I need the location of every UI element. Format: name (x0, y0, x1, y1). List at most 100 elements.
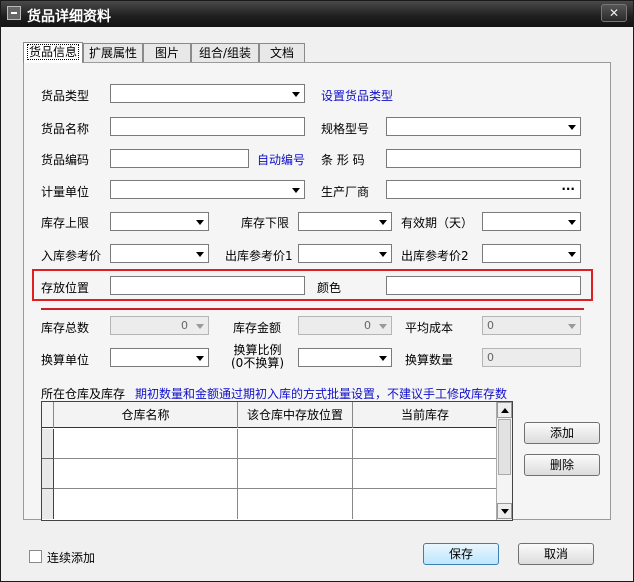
warehouse-section-title: 所在仓库及库存 (41, 387, 126, 401)
color-input[interactable] (386, 276, 581, 295)
cell-warehouse-name[interactable] (54, 459, 238, 489)
column-warehouse-name[interactable]: 仓库名称 (54, 402, 238, 428)
tab-documents[interactable]: 文档 (259, 43, 305, 63)
label-stock-lower: 库存下限 (241, 216, 290, 230)
conversion-qty-value: 0 (487, 351, 494, 364)
continuous-add-checkbox[interactable] (29, 550, 42, 563)
label-in-price: 入库参考价 (41, 249, 102, 263)
scroll-down-icon[interactable] (497, 503, 512, 519)
cell-warehouse-name[interactable] (54, 429, 238, 459)
chevron-down-icon (568, 125, 576, 130)
auto-code-link[interactable]: 自动编号 (257, 151, 305, 168)
close-button[interactable]: ✕ (601, 4, 627, 22)
browse-button[interactable]: ··· (561, 182, 575, 196)
column-current-stock[interactable]: 当前库存 (353, 402, 497, 428)
save-button[interactable]: 保存 (423, 543, 499, 565)
stock-amount-value: 0 (364, 319, 371, 332)
product-code-input[interactable] (110, 149, 249, 168)
warehouse-grid[interactable]: 仓库名称 该仓库中存放位置 当前库存 (41, 401, 513, 521)
chevron-down-icon (292, 92, 300, 97)
delete-button[interactable]: 删除 (524, 454, 600, 476)
label-out-price-2: 出库参考价2 (401, 249, 469, 263)
chevron-down-icon (292, 188, 300, 193)
conversion-unit-select[interactable] (110, 348, 209, 367)
label-conversion-qty: 换算数量 (405, 353, 454, 367)
product-name-input[interactable] (110, 117, 305, 136)
chevron-down-icon (379, 252, 387, 257)
chevron-down-icon (196, 252, 204, 257)
stock-upper-select[interactable] (110, 212, 209, 231)
stock-amount-field: 0 (298, 316, 392, 335)
section-divider (41, 308, 584, 310)
continuous-add-label: 连续添加 (47, 551, 96, 565)
cell-location[interactable] (238, 459, 353, 489)
table-row[interactable] (54, 489, 497, 519)
product-type-select[interactable] (110, 84, 305, 103)
average-cost-value: 0 (487, 319, 494, 332)
row-header[interactable] (42, 459, 54, 489)
title-bar[interactable]: 货品详细资料 ✕ (1, 1, 633, 27)
chevron-down-icon (196, 220, 204, 225)
set-product-type-link[interactable]: 设置货品类型 (321, 87, 393, 104)
cell-location[interactable] (238, 429, 353, 459)
label-out-price-1: 出库参考价1 (225, 249, 293, 263)
label-conversion-ratio-line2: (0不换算) (231, 356, 284, 370)
in-price-select[interactable] (110, 244, 209, 263)
cell-current-stock[interactable] (353, 459, 497, 489)
storage-location-input[interactable] (110, 276, 305, 295)
chevron-down-icon (379, 356, 387, 361)
label-product-type: 货品类型 (41, 89, 90, 103)
opening-stock-notice: 期初数量和金额通过期初入库的方式批量设置，不建议手工修改库存数 (135, 387, 508, 401)
chevron-down-icon (379, 220, 387, 225)
table-row[interactable] (54, 459, 497, 489)
grid-scrollbar[interactable] (496, 402, 512, 520)
column-location-in-warehouse[interactable]: 该仓库中存放位置 (238, 402, 353, 428)
tab-images[interactable]: 图片 (143, 43, 191, 63)
label-stock-amount: 库存金额 (233, 321, 282, 335)
scroll-thumb[interactable] (498, 419, 511, 475)
conversion-ratio-select[interactable] (298, 348, 392, 367)
label-stock-total: 库存总数 (41, 321, 90, 335)
chevron-down-icon (568, 324, 576, 329)
stock-total-field: 0 (110, 316, 209, 335)
row-header[interactable] (42, 429, 54, 459)
spec-select[interactable] (386, 117, 581, 136)
average-cost-field: 0 (482, 316, 581, 335)
label-stock-upper: 库存上限 (41, 216, 90, 230)
label-conversion-unit: 换算单位 (41, 353, 90, 367)
label-average-cost: 平均成本 (405, 321, 454, 335)
cell-current-stock[interactable] (353, 489, 497, 519)
cancel-button[interactable]: 取消 (518, 543, 594, 565)
table-row[interactable] (54, 429, 497, 459)
tab-product-info[interactable]: 货品信息 (23, 42, 83, 63)
cell-location[interactable] (238, 489, 353, 519)
label-spec: 规格型号 (321, 122, 370, 136)
label-product-name: 货品名称 (41, 122, 90, 136)
manufacturer-input[interactable]: ··· (386, 180, 581, 199)
label-barcode: 条 形 码 (321, 153, 365, 167)
row-header[interactable] (42, 489, 54, 519)
out-price-2-select[interactable] (482, 244, 581, 263)
expiry-days-select[interactable] (482, 212, 581, 231)
cell-warehouse-name[interactable] (54, 489, 238, 519)
label-expiry-days: 有效期（天） (401, 216, 474, 230)
unit-select[interactable] (110, 180, 305, 199)
conversion-qty-field: 0 (482, 348, 581, 367)
stock-lower-select[interactable] (298, 212, 392, 231)
product-detail-window: 货品详细资料 ✕ 货品信息 扩展属性 图片 组合/组装 文档 货品类型 设置货品… (0, 0, 634, 582)
stock-total-value: 0 (181, 319, 188, 332)
tab-combo-assembly[interactable]: 组合/组装 (191, 43, 259, 63)
add-button[interactable]: 添加 (524, 422, 600, 444)
chevron-down-icon (379, 324, 387, 329)
tab-label: 货品信息 (26, 44, 79, 60)
cell-current-stock[interactable] (353, 429, 497, 459)
out-price-1-select[interactable] (298, 244, 392, 263)
barcode-input[interactable] (386, 149, 581, 168)
scroll-up-icon[interactable] (497, 402, 512, 418)
label-manufacturer: 生产厂商 (321, 185, 370, 199)
chevron-down-icon (568, 220, 576, 225)
tab-extended-attributes[interactable]: 扩展属性 (83, 43, 143, 63)
grid-corner (42, 402, 54, 428)
grid-header: 仓库名称 该仓库中存放位置 当前库存 (42, 402, 497, 428)
chevron-down-icon (196, 324, 204, 329)
